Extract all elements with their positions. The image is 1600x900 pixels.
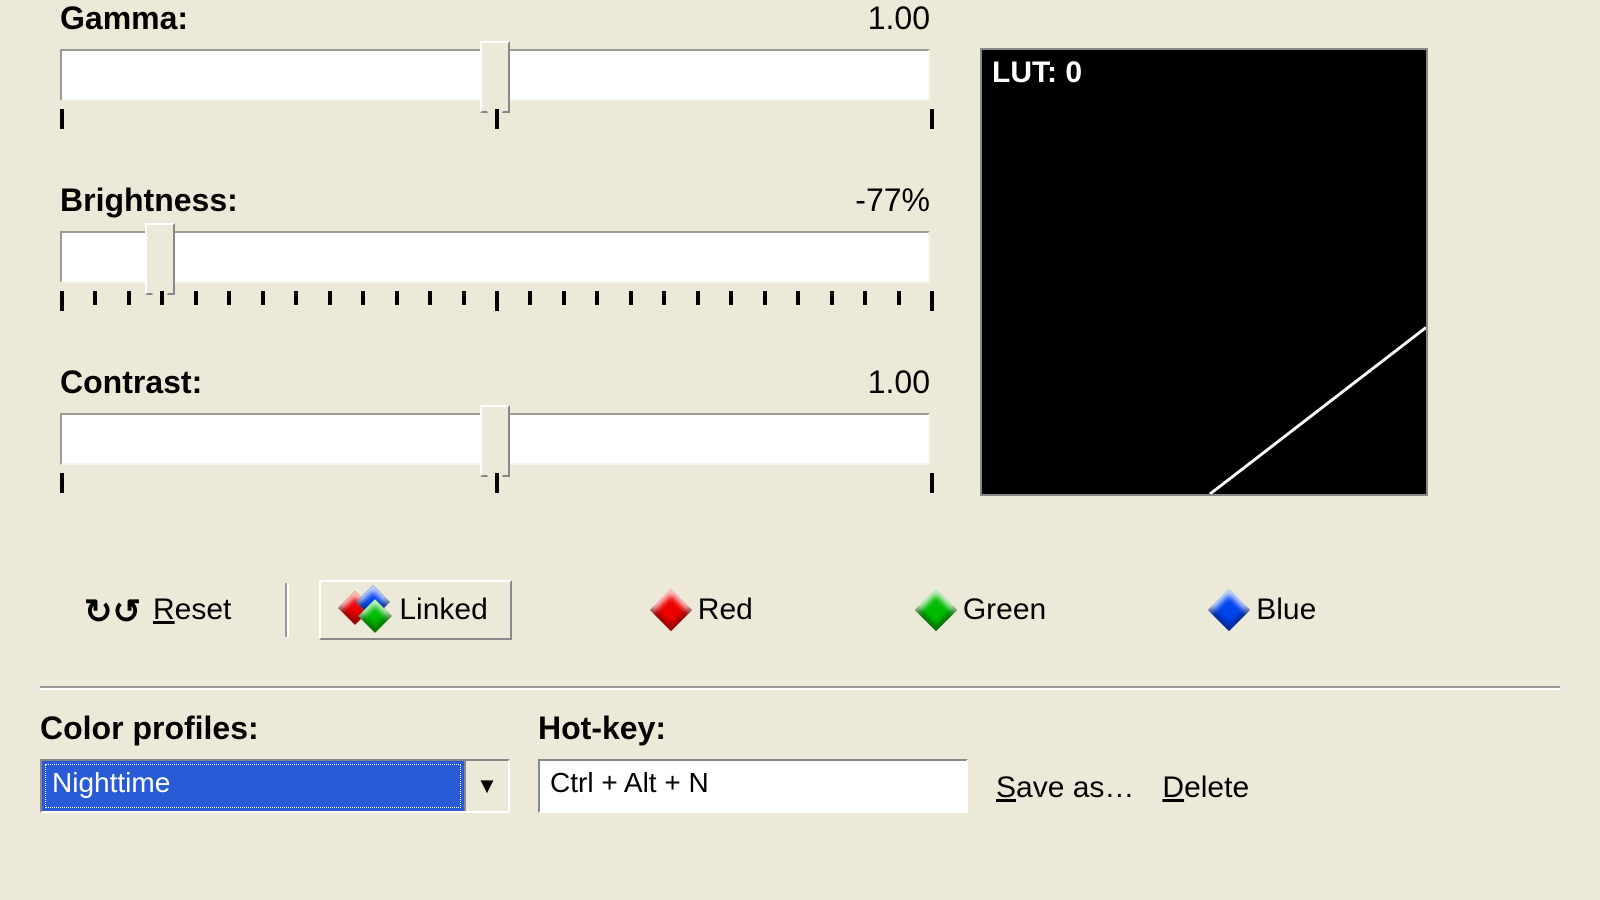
hotkey-group: Hot-key: Ctrl + Alt + N	[538, 710, 968, 813]
channel-buttons-row: ↻↺ Reset Linked Red Green Blue	[60, 580, 1560, 640]
gamma-slider[interactable]	[60, 49, 930, 101]
gamma-ticks	[60, 109, 930, 133]
gamma-row: Gamma: 1.00	[60, 0, 930, 133]
linked-button[interactable]: Linked	[319, 580, 511, 640]
divider	[40, 686, 1560, 690]
contrast-value: 1.00	[868, 364, 930, 401]
color-profiles-group: Color profiles: Nighttime ▼	[40, 710, 510, 813]
separator	[285, 583, 289, 637]
hotkey-label: Hot-key:	[538, 710, 968, 747]
delete-rest: elete	[1184, 771, 1249, 804]
contrast-ticks	[60, 473, 930, 497]
contrast-row: Contrast: 1.00	[60, 364, 930, 497]
reset-label-u: R	[153, 593, 175, 626]
blue-button[interactable]: Blue	[1190, 583, 1340, 637]
delete-button[interactable]: Delete	[1162, 771, 1249, 813]
linked-label: Linked	[399, 593, 487, 627]
red-label: Red	[698, 593, 753, 627]
color-profiles-combobox[interactable]: Nighttime ▼	[40, 759, 510, 813]
reset-button[interactable]: ↻↺ Reset	[60, 580, 255, 640]
contrast-slider[interactable]	[60, 413, 930, 465]
brightness-row: Brightness: -77%	[60, 182, 930, 315]
lut-curve	[982, 50, 1426, 494]
chevron-down-icon[interactable]: ▼	[464, 761, 508, 811]
green-label: Green	[963, 593, 1046, 627]
brightness-slider[interactable]	[60, 231, 930, 283]
brightness-label: Brightness:	[60, 182, 238, 219]
brightness-slider-thumb[interactable]	[145, 223, 175, 295]
green-button[interactable]: Green	[897, 583, 1070, 637]
gamma-value: 1.00	[868, 0, 930, 37]
green-diamond-icon	[915, 589, 957, 631]
brightness-ticks	[60, 291, 930, 315]
red-button[interactable]: Red	[632, 583, 777, 637]
color-profiles-label: Color profiles:	[40, 710, 510, 747]
profiles-row: Color profiles: Nighttime ▼ Hot-key: Ctr…	[40, 710, 1560, 813]
lut-preview: LUT: 0	[980, 48, 1428, 496]
red-diamond-icon	[650, 589, 692, 631]
brightness-value: -77%	[855, 182, 930, 219]
gamma-label: Gamma:	[60, 0, 188, 37]
contrast-slider-thumb[interactable]	[480, 405, 510, 477]
reset-label-rest: eset	[175, 593, 232, 626]
color-profiles-selected: Nighttime	[42, 761, 464, 811]
reset-icon: ↻↺	[84, 592, 141, 632]
linked-icon	[343, 590, 387, 630]
gamma-slider-thumb[interactable]	[480, 41, 510, 113]
blue-label: Blue	[1256, 593, 1316, 627]
gamma-panel: Gamma: 1.00 Brightness: -77% Contrast: 1…	[0, 0, 1600, 900]
hotkey-input[interactable]: Ctrl + Alt + N	[538, 759, 968, 813]
blue-diamond-icon	[1208, 589, 1250, 631]
save-as-button[interactable]: Save as…	[996, 771, 1134, 813]
contrast-label: Contrast:	[60, 364, 202, 401]
save-as-rest: ave as…	[1016, 771, 1134, 804]
